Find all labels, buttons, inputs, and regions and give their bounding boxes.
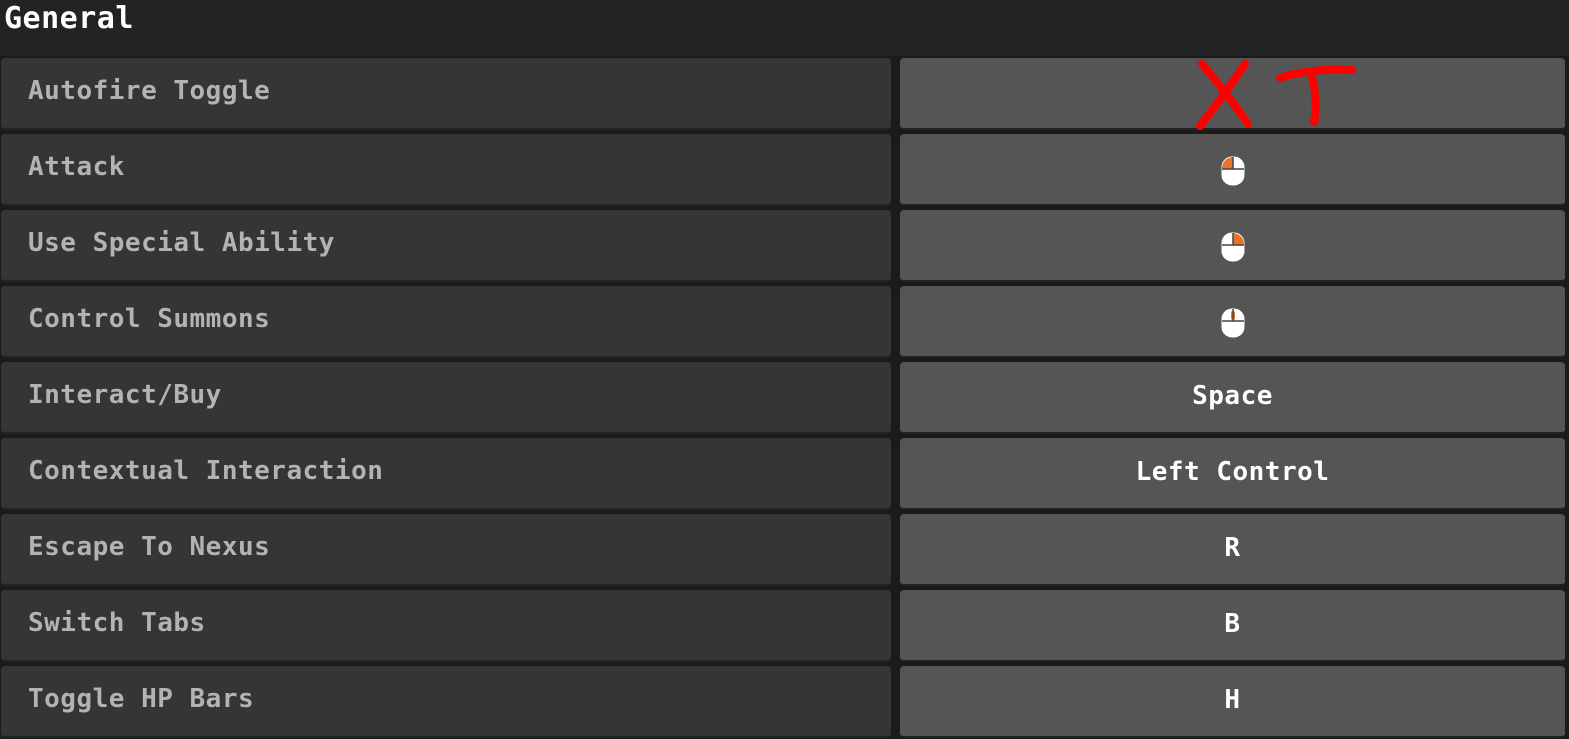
action-label-cell: Interact/Buy — [1, 362, 891, 434]
keybinding-row-escape-to-nexus: Escape To Nexus R — [0, 512, 1569, 588]
action-label: Attack — [28, 152, 125, 182]
key-label: B — [1224, 609, 1241, 639]
action-label-cell: Control Summons — [1, 286, 891, 358]
action-label-cell: Escape To Nexus — [1, 514, 891, 586]
key-binding-button[interactable]: Left Control — [900, 438, 1565, 510]
key-binding-button[interactable]: H — [900, 666, 1565, 738]
action-label-cell: Use Special Ability — [1, 210, 891, 282]
key-label: H — [1224, 685, 1241, 715]
key-binding-button[interactable] — [900, 286, 1565, 358]
key-label: Space — [1192, 381, 1273, 411]
section-title: General — [4, 1, 134, 36]
action-label: Escape To Nexus — [28, 532, 271, 562]
key-binding-button[interactable] — [900, 58, 1565, 130]
key-binding-button[interactable]: B — [900, 590, 1565, 662]
key-binding-button[interactable] — [900, 210, 1565, 282]
keybinding-row-autofire-toggle: Autofire Toggle — [0, 56, 1569, 132]
action-label-cell: Switch Tabs — [1, 590, 891, 662]
key-label: Left Control — [1135, 457, 1330, 487]
key-binding-button[interactable]: Space — [900, 362, 1565, 434]
keybinding-list: Autofire Toggle Attack Use Special Abili… — [0, 56, 1569, 739]
action-label-cell: Toggle HP Bars — [1, 666, 891, 738]
action-label-cell: Autofire Toggle — [1, 58, 891, 130]
action-label: Switch Tabs — [28, 608, 206, 638]
action-label: Control Summons — [28, 304, 271, 334]
action-label: Autofire Toggle — [28, 76, 271, 106]
mouse-middle-click-icon — [1221, 308, 1244, 338]
action-label: Contextual Interaction — [28, 456, 384, 486]
key-binding-button[interactable]: R — [900, 514, 1565, 586]
mouse-right-click-icon — [1221, 232, 1244, 262]
keybinding-row-interact-buy: Interact/Buy Space — [0, 360, 1569, 436]
key-binding-button[interactable] — [900, 134, 1565, 206]
keybinding-row-attack: Attack — [0, 132, 1569, 208]
keybinding-row-use-special-ability: Use Special Ability — [0, 208, 1569, 284]
action-label: Toggle HP Bars — [28, 684, 255, 714]
key-label — [900, 58, 1565, 126]
action-label: Interact/Buy — [28, 380, 222, 410]
mouse-left-click-icon — [1221, 156, 1244, 186]
keybinding-row-switch-tabs: Switch Tabs B — [0, 588, 1569, 664]
key-label: R — [1224, 533, 1241, 563]
action-label-cell: Attack — [1, 134, 891, 206]
keybinding-row-contextual-interaction: Contextual Interaction Left Control — [0, 436, 1569, 512]
action-label-cell: Contextual Interaction — [1, 438, 891, 510]
keybinding-row-control-summons: Control Summons — [0, 284, 1569, 360]
keybindings-panel: General Autofire Toggle Attack Use Speci… — [0, 0, 1569, 739]
action-label: Use Special Ability — [28, 228, 335, 258]
section-header: General — [0, 0, 1569, 56]
keybinding-row-toggle-hp-bars: Toggle HP Bars H — [0, 664, 1569, 739]
